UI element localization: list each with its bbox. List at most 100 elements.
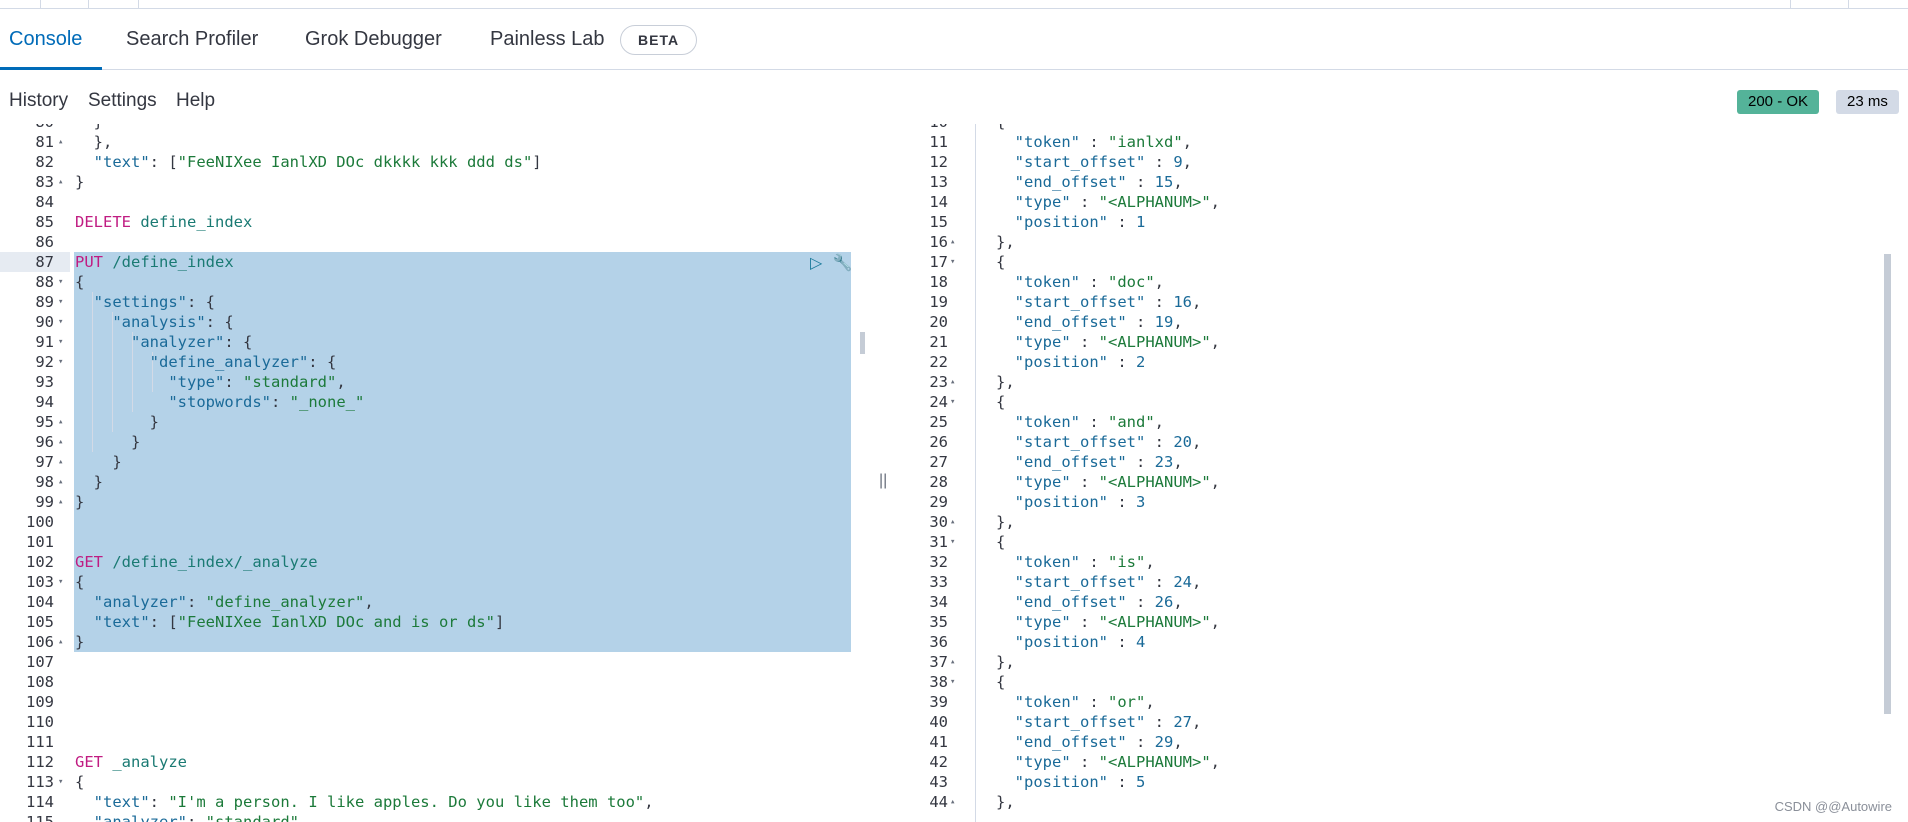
code-line: 101 bbox=[0, 532, 872, 552]
code-line: 37 ▴}, bbox=[892, 652, 1908, 672]
fold-toggle-icon[interactable]: ▾ bbox=[58, 772, 68, 792]
code-line: 88 ▾ { bbox=[0, 272, 872, 292]
line-number: 14 bbox=[929, 193, 948, 211]
code-text: "analyzer": "standard" bbox=[93, 813, 299, 822]
fold-toggle-icon[interactable]: ▾ bbox=[58, 572, 68, 592]
fold-toggle-icon[interactable]: ▴ bbox=[950, 372, 960, 392]
code-text: }, bbox=[996, 653, 1015, 671]
fold-toggle-icon[interactable]: ▾ bbox=[950, 532, 960, 552]
fold-toggle-icon[interactable]: ▾ bbox=[950, 124, 960, 132]
line-number: 94 bbox=[35, 393, 54, 411]
code-line: 108 bbox=[0, 672, 872, 692]
chrome-divider bbox=[40, 0, 41, 8]
fold-toggle-icon[interactable]: ▴ bbox=[58, 132, 68, 152]
code-text: "type" : "<ALPHANUM>", bbox=[1014, 333, 1220, 351]
console-toolbar: History Settings Help 200 - OK 23 ms bbox=[0, 70, 1908, 124]
line-number: 115 bbox=[26, 813, 54, 822]
fold-toggle-icon[interactable]: ▴ bbox=[950, 792, 960, 812]
line-number: 38 bbox=[929, 673, 948, 691]
code-line: 85 DELETE define_index bbox=[0, 212, 872, 232]
code-text: "settings": { bbox=[93, 293, 215, 311]
request-editor[interactable]: 80 }81▴ },82 "text": ["FeeNIXee IanlXD D… bbox=[0, 124, 872, 822]
top-chrome-bar bbox=[0, 0, 1908, 9]
line-number: 93 bbox=[35, 373, 54, 391]
line-number: 19 bbox=[929, 293, 948, 311]
line-number: 33 bbox=[929, 573, 948, 591]
code-line: 98 ▴ } bbox=[0, 472, 872, 492]
line-number: 26 bbox=[929, 433, 948, 451]
code-text: } bbox=[75, 453, 122, 471]
line-number: 43 bbox=[929, 773, 948, 791]
code-line: 36 "position" : 4 bbox=[892, 632, 1908, 652]
settings-link[interactable]: Settings bbox=[88, 70, 157, 124]
code-line: 21 "type" : "<ALPHANUM>", bbox=[892, 332, 1908, 352]
resize-grip-icon[interactable]: || bbox=[879, 472, 887, 490]
fold-toggle-icon[interactable]: ▾ bbox=[950, 392, 960, 412]
fold-toggle-icon[interactable]: ▴ bbox=[58, 452, 68, 472]
line-number: 102 bbox=[26, 553, 54, 571]
code-text: "type" : "<ALPHANUM>", bbox=[1014, 613, 1220, 631]
line-number: 108 bbox=[26, 673, 54, 691]
code-line: 89 ▾ "settings": { bbox=[0, 292, 872, 312]
wrench-icon[interactable]: 🔧 bbox=[833, 255, 853, 272]
fold-toggle-icon[interactable]: ▴ bbox=[58, 492, 68, 512]
code-text: "position" : 2 bbox=[1014, 353, 1146, 371]
code-text: "analysis": { bbox=[112, 313, 234, 331]
code-text: { bbox=[75, 573, 85, 591]
code-text: "end_offset" : 26, bbox=[1014, 593, 1183, 611]
fold-toggle-icon[interactable]: ▾ bbox=[950, 672, 960, 692]
code-text: "start_offset" : 16, bbox=[1014, 293, 1202, 311]
fold-toggle-icon[interactable]: ▴ bbox=[58, 172, 68, 192]
fold-toggle-icon[interactable]: ▴ bbox=[950, 232, 960, 252]
fold-toggle-icon[interactable]: ▴ bbox=[58, 412, 68, 432]
tab-label: Console bbox=[9, 28, 83, 50]
code-line: 113 ▾ { bbox=[0, 772, 872, 792]
code-line: 100 bbox=[0, 512, 872, 532]
line-number: 105 bbox=[26, 613, 54, 631]
fold-toggle-icon[interactable]: ▾ bbox=[58, 352, 68, 372]
tab-search-profiler[interactable]: Search Profiler bbox=[126, 9, 258, 69]
code-text: }, bbox=[996, 793, 1015, 811]
chrome-divider bbox=[88, 0, 89, 8]
line-number: 12 bbox=[929, 153, 948, 171]
tab-grok-debugger[interactable]: Grok Debugger bbox=[305, 9, 442, 69]
line-number: 28 bbox=[929, 473, 948, 491]
line-number: 39 bbox=[929, 693, 948, 711]
fold-toggle-icon[interactable]: ▴ bbox=[58, 632, 68, 652]
fold-toggle-icon[interactable]: ▾ bbox=[950, 252, 960, 272]
fold-toggle-icon[interactable]: ▴ bbox=[950, 512, 960, 532]
play-icon[interactable]: ▷ bbox=[810, 255, 822, 272]
fold-toggle-icon[interactable]: ▴ bbox=[58, 472, 68, 492]
line-number: 42 bbox=[929, 753, 948, 771]
fold-toggle-icon[interactable]: ▾ bbox=[58, 312, 68, 332]
code-line: 23 ▴}, bbox=[892, 372, 1908, 392]
fold-toggle-icon[interactable]: ▾ bbox=[58, 292, 68, 312]
code-line: 24 ▾ { bbox=[892, 392, 1908, 412]
line-number: 41 bbox=[929, 733, 948, 751]
line-number: 15 bbox=[929, 213, 948, 231]
tab-painless-lab[interactable]: Painless Lab bbox=[490, 9, 605, 69]
help-link[interactable]: Help bbox=[176, 70, 215, 124]
fold-toggle-icon[interactable]: ▾ bbox=[58, 272, 68, 292]
tab-console[interactable]: Console bbox=[0, 9, 103, 70]
response-scrollbar-thumb[interactable] bbox=[1884, 254, 1891, 714]
editor-scrollbar-thumb[interactable] bbox=[860, 332, 865, 354]
code-text: "text": "I'm a person. I like apples. Do… bbox=[93, 793, 654, 811]
code-text: "text": ["FeeNIXee IanlXD DOc and is or … bbox=[93, 613, 505, 631]
code-line: 38 ▾ { bbox=[892, 672, 1908, 692]
fold-toggle-icon[interactable]: ▾ bbox=[58, 332, 68, 352]
line-number: 11 bbox=[929, 133, 948, 151]
fold-toggle-icon[interactable]: ▴ bbox=[950, 652, 960, 672]
code-line: 17 ▾ { bbox=[892, 252, 1908, 272]
line-number: 81 bbox=[35, 133, 54, 151]
watermark: CSDN @@Autowire bbox=[1774, 799, 1892, 814]
fold-toggle-icon[interactable]: ▴ bbox=[58, 432, 68, 452]
code-line: 12 "start_offset" : 9, bbox=[892, 152, 1908, 172]
code-text: "position" : 4 bbox=[1014, 633, 1146, 651]
pane-resizer[interactable]: || bbox=[873, 124, 892, 822]
line-number: 34 bbox=[929, 593, 948, 611]
line-number: 99 bbox=[35, 493, 54, 511]
line-number: 92 bbox=[35, 353, 54, 371]
code-text: } bbox=[75, 173, 85, 191]
history-link[interactable]: History bbox=[9, 70, 68, 124]
